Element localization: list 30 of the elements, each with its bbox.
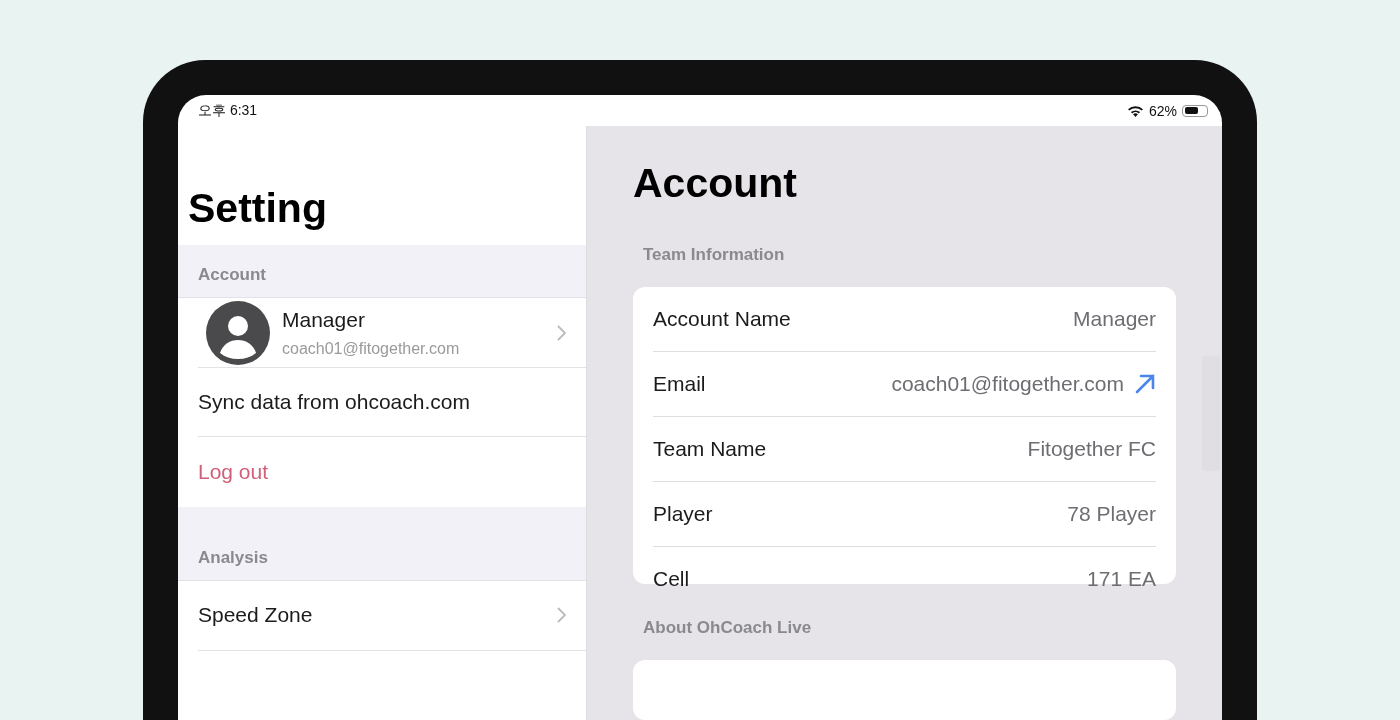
section-title: About OhCoach Live xyxy=(643,618,812,637)
field-value: Manager xyxy=(1073,306,1156,331)
avatar-icon xyxy=(206,300,270,365)
field-label: Email xyxy=(653,371,706,396)
field-label: Cell xyxy=(653,566,690,591)
section-title: Team Information xyxy=(643,244,785,264)
wifi-icon xyxy=(1126,104,1144,117)
arrow-icon[interactable] xyxy=(1134,372,1156,395)
chevron-icon xyxy=(557,324,566,341)
field-label: Account Name xyxy=(653,306,791,331)
section-title: Analysis xyxy=(198,548,268,568)
battery-icon xyxy=(1182,104,1208,117)
menu-item[interactable]: Sync data from ohcoach.com xyxy=(198,390,470,415)
menu-item[interactable]: Speed Zone xyxy=(198,581,586,651)
battery-percent: 62% xyxy=(1148,102,1177,119)
chevron-icon xyxy=(557,607,566,624)
field-value: 78 Player xyxy=(1067,501,1156,526)
field-value: Fitogether FC xyxy=(1027,436,1156,461)
logout-item[interactable]: Log out xyxy=(198,460,269,485)
section-title: Account xyxy=(198,265,266,286)
page-title: Account xyxy=(633,159,797,207)
field-value: 171 EA xyxy=(1087,566,1156,591)
field-value[interactable]: coach01@fitogether.com xyxy=(891,371,1124,396)
profile-name: Manager xyxy=(282,307,366,332)
status-time: 오후 6:31 xyxy=(198,101,258,120)
sidebar-title: Setting xyxy=(188,185,327,232)
profile-email: coach01@fitogether.com xyxy=(282,339,460,358)
profile-row[interactable]: Manager coach01@fitogether.com xyxy=(198,298,586,368)
field-label: Player xyxy=(653,501,713,526)
field-label: Team Name xyxy=(653,436,767,461)
